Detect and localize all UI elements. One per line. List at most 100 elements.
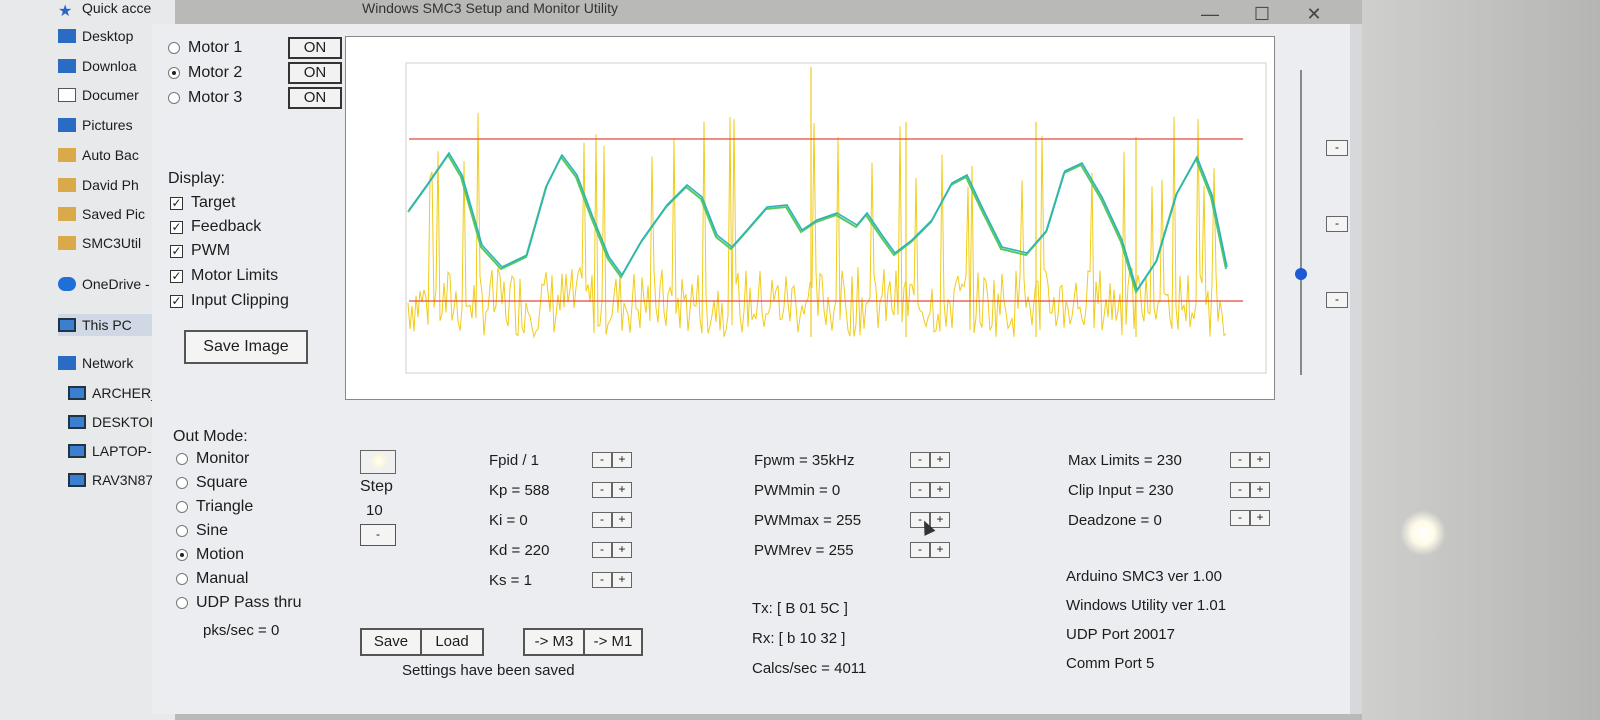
mode-motion[interactable]: Motion — [176, 544, 244, 566]
plus-button[interactable]: + — [930, 542, 950, 558]
pc-icon — [68, 386, 86, 400]
motor-1-radio[interactable] — [168, 42, 180, 54]
step-value: 10 — [366, 502, 383, 519]
copy-to-m3-button[interactable]: -> M3 — [523, 628, 585, 656]
minus-button[interactable]: - — [1230, 452, 1250, 468]
motor-3-on-button[interactable]: ON — [288, 87, 342, 109]
mode-manual[interactable]: Manual — [176, 568, 248, 590]
step-indicator[interactable] — [360, 450, 396, 474]
motor-3-radio[interactable] — [168, 92, 180, 104]
close-button[interactable]: ✕ — [1294, 4, 1334, 25]
minus-button[interactable]: - — [592, 542, 612, 558]
save-button[interactable]: Save — [360, 628, 422, 656]
deadzone-label: Deadzone = 0 — [1068, 512, 1162, 529]
plus-button[interactable]: + — [612, 572, 632, 588]
motor-1-on-button[interactable]: ON — [288, 37, 342, 59]
slider-down-button[interactable]: - — [1326, 292, 1348, 308]
radio-button[interactable] — [176, 525, 188, 537]
plus-button[interactable]: + — [1250, 452, 1270, 468]
load-button[interactable]: Load — [420, 628, 484, 656]
pwmmin-label: PWMmin = 0 — [754, 482, 841, 499]
folder-icon — [58, 148, 76, 162]
minus-button[interactable]: - — [592, 452, 612, 468]
minus-button[interactable]: - — [592, 482, 612, 498]
plus-button[interactable]: + — [930, 452, 950, 468]
folder-icon — [58, 207, 76, 221]
motor-3-label: Motor 3 — [188, 89, 243, 106]
radio-button[interactable] — [176, 573, 188, 585]
screen-glare — [1400, 510, 1446, 556]
motor-2-radio[interactable] — [168, 67, 180, 79]
checkbox-checked[interactable]: ✓ — [170, 269, 183, 283]
radio-button-selected[interactable] — [176, 549, 188, 561]
minus-button[interactable]: - — [1230, 482, 1250, 498]
pc-icon — [68, 415, 86, 429]
minimize-button[interactable]: — — [1190, 4, 1230, 25]
pwmrev-label: PWMrev = 255 — [754, 542, 854, 559]
step-minus-button[interactable]: - — [360, 524, 396, 546]
checkbox-checked[interactable]: ✓ — [170, 294, 183, 308]
mode-sine[interactable]: Sine — [176, 520, 228, 542]
mode-square[interactable]: Square — [176, 472, 248, 494]
pc-icon — [68, 473, 86, 487]
mode-monitor[interactable]: Monitor — [176, 448, 249, 470]
minus-button[interactable]: - — [910, 542, 930, 558]
motor-2-on-button[interactable]: ON — [288, 62, 342, 84]
plus-button[interactable]: + — [612, 542, 632, 558]
checkbox-checked[interactable]: ✓ — [170, 220, 183, 234]
pwmrev-stepper: - + — [910, 542, 950, 558]
desktop-icon — [58, 29, 76, 43]
radio-button[interactable] — [176, 477, 188, 489]
minus-button[interactable]: - — [910, 482, 930, 498]
ks-stepper: - + — [592, 572, 632, 588]
background-desk — [1362, 0, 1600, 720]
explorer-nav-pane: ★ Quick acce Desktop Downloa Documer Pict… — [0, 0, 178, 720]
manual-slider-track[interactable] — [1300, 70, 1302, 375]
display-feedback-option[interactable]: ✓ Feedback — [170, 216, 261, 238]
fpwm-label: Fpwm = 35kHz — [754, 452, 855, 469]
display-pwm-option[interactable]: ✓ PWM — [170, 240, 230, 262]
plus-button[interactable]: + — [930, 482, 950, 498]
checkbox-checked[interactable]: ✓ — [170, 196, 183, 210]
display-input-clipping-option[interactable]: ✓ Input Clipping — [170, 290, 289, 312]
mode-udp-pass-thru[interactable]: UDP Pass thru — [176, 592, 302, 614]
pwmmin-stepper: - + — [910, 482, 950, 498]
mode-triangle[interactable]: Triangle — [176, 496, 253, 518]
pictures-icon — [58, 118, 76, 132]
checkbox-checked[interactable]: ✓ — [170, 244, 183, 258]
display-target-option[interactable]: ✓ Target — [170, 192, 235, 214]
clip-input-label: Clip Input = 230 — [1068, 482, 1174, 499]
pc-icon — [68, 444, 86, 458]
radio-button[interactable] — [176, 501, 188, 513]
calcs-readout: Calcs/sec = 4011 — [752, 660, 867, 677]
plus-button[interactable]: + — [1250, 482, 1270, 498]
arduino-version: Arduino SMC3 ver 1.00 — [1066, 568, 1222, 585]
ks-label: Ks = 1 — [489, 572, 532, 589]
max-limits-stepper: - + — [1230, 452, 1270, 468]
minus-button[interactable]: - — [592, 512, 612, 528]
slider-center-button[interactable]: - — [1326, 216, 1348, 232]
minus-button[interactable]: - — [910, 452, 930, 468]
display-motor-limits-option[interactable]: ✓ Motor Limits — [170, 265, 278, 287]
save-image-button[interactable]: Save Image — [184, 330, 308, 364]
cloud-icon — [58, 277, 76, 291]
plus-button[interactable]: + — [612, 512, 632, 528]
plus-button[interactable]: + — [612, 482, 632, 498]
slider-up-button[interactable]: - — [1326, 140, 1348, 156]
plus-button[interactable]: + — [612, 452, 632, 468]
plus-button[interactable]: + — [1250, 510, 1270, 526]
motor-2-label: Motor 2 — [188, 64, 243, 81]
document-icon — [58, 88, 76, 102]
window-title-bar[interactable]: Windows SMC3 Setup and Monitor Utility —… — [152, 0, 1372, 26]
packets-per-second: pks/sec = 0 — [203, 622, 280, 639]
maximize-button[interactable]: ☐ — [1242, 4, 1282, 25]
radio-button[interactable] — [176, 453, 188, 465]
radio-button[interactable] — [176, 597, 188, 609]
copy-to-m1-button[interactable]: -> M1 — [583, 628, 643, 656]
minus-button[interactable]: - — [1230, 510, 1250, 526]
pwmmax-label: PWMmax = 255 — [754, 512, 862, 529]
star-icon: ★ — [58, 3, 73, 19]
manual-slider-thumb[interactable] — [1295, 268, 1307, 280]
minus-button[interactable]: - — [592, 572, 612, 588]
ki-label: Ki = 0 — [489, 512, 528, 529]
